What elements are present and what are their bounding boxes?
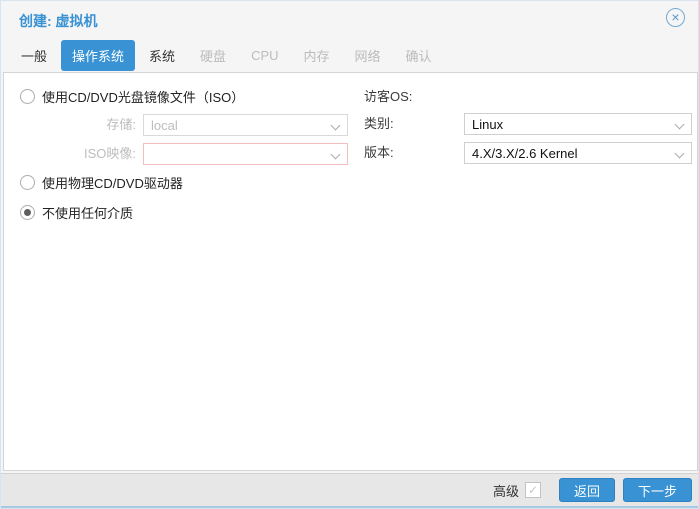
create-vm-dialog: 创建: 虚拟机 × 一般 操作系统 系统 硬盘 CPU 内存 网络 确认 使用C… bbox=[0, 0, 699, 509]
tab-disk: 硬盘 bbox=[189, 40, 237, 71]
radio-row-iso: 使用CD/DVD光盘镜像文件（ISO） bbox=[20, 87, 244, 106]
advanced-checkbox[interactable]: ✓ bbox=[525, 482, 541, 498]
chevron-down-icon bbox=[331, 121, 341, 131]
next-button[interactable]: 下一步 bbox=[623, 478, 692, 502]
radio-no-media-label[interactable]: 不使用任何介质 bbox=[42, 203, 133, 222]
os-version-combobox[interactable]: 4.X/3.X/2.6 Kernel bbox=[464, 142, 692, 164]
os-type-combobox[interactable]: Linux bbox=[464, 113, 692, 135]
radio-row-no-media: 不使用任何介质 bbox=[20, 203, 133, 222]
tab-cpu: CPU bbox=[240, 42, 289, 69]
advanced-label: 高级 bbox=[493, 481, 519, 500]
chevron-down-icon bbox=[331, 150, 341, 160]
tab-memory: 内存 bbox=[293, 40, 341, 71]
radio-use-iso-label[interactable]: 使用CD/DVD光盘镜像文件（ISO） bbox=[42, 87, 244, 106]
tab-os[interactable]: 操作系统 bbox=[61, 40, 135, 71]
iso-image-combobox bbox=[143, 143, 348, 165]
storage-value: local bbox=[151, 118, 178, 133]
storage-combobox: local bbox=[143, 114, 348, 136]
radio-physical-drive-label[interactable]: 使用物理CD/DVD驱动器 bbox=[42, 173, 183, 192]
guest-os-heading: 访客OS: bbox=[364, 86, 412, 105]
tab-system[interactable]: 系统 bbox=[138, 40, 186, 71]
dialog-footer: 高级 ✓ 返回 下一步 bbox=[1, 473, 698, 506]
tab-general[interactable]: 一般 bbox=[10, 40, 58, 71]
wizard-tabbar: 一般 操作系统 系统 硬盘 CPU 内存 网络 确认 bbox=[1, 39, 698, 72]
dialog-header: 创建: 虚拟机 × bbox=[1, 1, 698, 39]
dialog-title: 创建: 虚拟机 bbox=[19, 11, 98, 31]
radio-use-iso[interactable] bbox=[20, 89, 35, 104]
radio-physical-drive[interactable] bbox=[20, 175, 35, 190]
tab-network: 网络 bbox=[344, 40, 392, 71]
tab-confirm: 确认 bbox=[395, 40, 443, 71]
chevron-down-icon bbox=[675, 120, 685, 130]
os-tab-panel: 使用CD/DVD光盘镜像文件（ISO） 存储: local ISO映像: 使用物… bbox=[3, 72, 698, 471]
iso-image-label: ISO映像: bbox=[18, 143, 136, 165]
os-type-value: Linux bbox=[472, 117, 503, 132]
storage-label: 存储: bbox=[18, 114, 136, 136]
radio-row-physical: 使用物理CD/DVD驱动器 bbox=[20, 173, 183, 192]
chevron-down-icon bbox=[675, 149, 685, 159]
close-icon[interactable]: × bbox=[666, 8, 685, 27]
radio-no-media[interactable] bbox=[20, 205, 35, 220]
back-button[interactable]: 返回 bbox=[559, 478, 615, 502]
os-version-value: 4.X/3.X/2.6 Kernel bbox=[472, 146, 578, 161]
